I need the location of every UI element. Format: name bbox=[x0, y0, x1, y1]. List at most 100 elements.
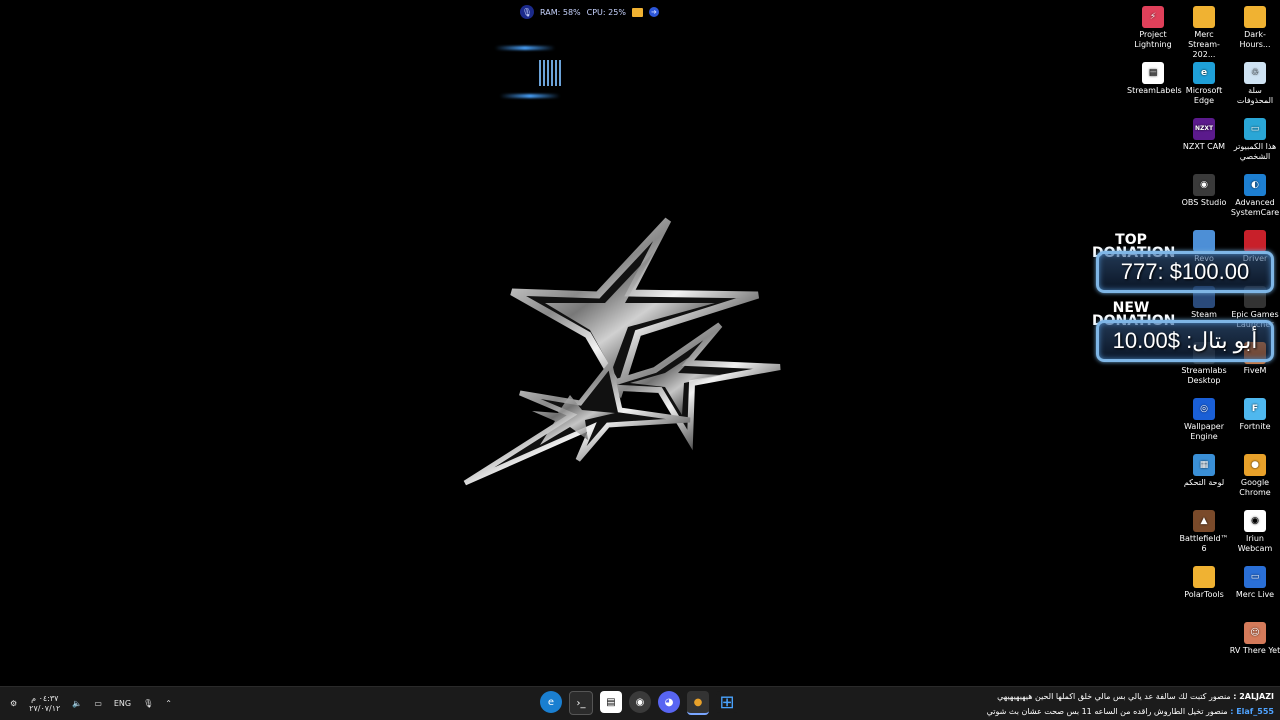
settings-icon[interactable]: ⚙ bbox=[10, 699, 17, 708]
desktop-icon[interactable]: ◉ OBS Studio bbox=[1178, 174, 1230, 208]
app-icon bbox=[1193, 566, 1215, 588]
chat-message: 2ALJAZI : منصور كتبت لك سالفة عد يالي بس… bbox=[944, 689, 1274, 704]
cpu-usage: CPU: 25% bbox=[586, 7, 626, 17]
desktop-icon[interactable]: ☺ RV There Yet bbox=[1229, 622, 1280, 656]
chat-username: Elaf_555 : bbox=[1230, 707, 1274, 716]
desktop-icon[interactable]: ▲ Battlefield™ 6 bbox=[1178, 510, 1230, 554]
desktop-icon[interactable]: ● Google Chrome bbox=[1229, 454, 1280, 498]
desktop-icon[interactable]: ◐ Advanced SystemCare bbox=[1229, 174, 1280, 218]
desktop-icon-label: RV There Yet bbox=[1229, 646, 1280, 655]
desktop-icon[interactable]: F Fortnite bbox=[1229, 398, 1280, 432]
desktop-icon-label: Steam bbox=[1191, 310, 1217, 319]
clock-time: ٠٤:٣٧ م bbox=[31, 693, 59, 703]
desktop-icon[interactable]: ◎ Wallpaper Engine bbox=[1178, 398, 1230, 442]
desktop-icon[interactable]: ⚡ Project Lightning bbox=[1127, 6, 1179, 50]
desktop-icon-label: NZXT CAM bbox=[1182, 142, 1226, 151]
desktop-icon-label: FiveM bbox=[1243, 366, 1267, 375]
microphone-tray-icon[interactable]: 🎙 bbox=[143, 699, 153, 708]
streamlabels-taskbar-icon[interactable]: ▤ bbox=[600, 691, 622, 713]
desktop-icon[interactable]: ◉ Iriun Webcam bbox=[1229, 510, 1280, 554]
desktop-icon-label: Advanced SystemCare bbox=[1230, 198, 1280, 217]
app-icon: ◉ bbox=[1244, 510, 1266, 532]
desktop-icon[interactable]: ♲ سلة المحذوفات bbox=[1229, 62, 1280, 106]
app-icon: ▲ bbox=[1193, 510, 1215, 532]
volume-icon[interactable]: 🔈 bbox=[72, 699, 82, 708]
top-donation-value: 777: $100.00 bbox=[1096, 251, 1274, 293]
edge-taskbar-icon[interactable]: e bbox=[540, 691, 562, 713]
star-logo bbox=[463, 217, 781, 486]
app-icon: ◎ bbox=[1193, 398, 1215, 420]
desktop-icon-label: Wallpaper Engine bbox=[1183, 422, 1224, 441]
app-icon: ♲ bbox=[1244, 62, 1266, 84]
desktop-icon-label: Merc Stream-202... bbox=[1188, 30, 1220, 59]
desktop-icon-label: لوحة التحكم bbox=[1183, 478, 1225, 487]
app-icon: ▭ bbox=[1244, 118, 1266, 140]
desktop-icon-label: PolarTools bbox=[1184, 590, 1224, 599]
discord-taskbar-icon[interactable]: ◕ bbox=[658, 691, 680, 713]
desktop-icon[interactable]: PolarTools bbox=[1178, 566, 1230, 600]
ram-usage: RAM: 58% bbox=[540, 7, 581, 17]
app-icon bbox=[1244, 6, 1266, 28]
obs-taskbar-icon[interactable]: ◉ bbox=[629, 691, 651, 713]
desktop-icon-label: Fortnite bbox=[1239, 422, 1271, 431]
glow-bar bbox=[495, 46, 555, 50]
chat-username: 2ALJAZI : bbox=[1233, 692, 1274, 701]
glow-bar bbox=[500, 94, 560, 98]
desktop-icon[interactable]: ▭ Merc Live bbox=[1229, 566, 1280, 600]
folder-icon[interactable] bbox=[631, 7, 643, 17]
app-icon: ● bbox=[1244, 454, 1266, 476]
network-icon[interactable]: ▭ bbox=[94, 699, 102, 708]
taskbar-apps: e ›_ ▤ ◉ ◕ ● ⊞ bbox=[540, 691, 738, 715]
app-icon: ◐ bbox=[1244, 174, 1266, 196]
app-icon: NZXT bbox=[1193, 118, 1215, 140]
chrome-taskbar-icon[interactable]: ● bbox=[687, 691, 709, 715]
desktop-icon-label: هذا الكمبيوتر الشخصي bbox=[1233, 142, 1277, 161]
app-icon: ⚡ bbox=[1142, 6, 1164, 28]
terminal-taskbar-icon[interactable]: ›_ bbox=[569, 691, 593, 715]
taskbar: ⚙ ٠٤:٣٧ م ٢٧/٠٧/١٢ 🔈 ▭ ENG 🎙 ⌃ e ›_ ▤ ◉ … bbox=[0, 686, 1280, 720]
app-icon bbox=[1193, 6, 1215, 28]
chevron-up-icon[interactable]: ⌃ bbox=[165, 699, 172, 708]
desktop-icon[interactable]: Merc Stream-202... bbox=[1178, 6, 1230, 60]
desktop-icon[interactable]: ▦ لوحة التحكم bbox=[1178, 454, 1230, 488]
desktop-icon-label: Merc Live bbox=[1235, 590, 1275, 599]
system-monitor-widget: 🎙 RAM: 58% CPU: 25% ➜ bbox=[520, 3, 659, 21]
app-icon: ☺ bbox=[1244, 622, 1266, 644]
desktop-icon[interactable]: NZXT NZXT CAM bbox=[1178, 118, 1230, 152]
audio-visualizer-widget bbox=[495, 42, 575, 104]
desktop-icon-label: Iriun Webcam bbox=[1237, 534, 1273, 553]
windows-start-icon[interactable]: ⊞ bbox=[716, 691, 738, 713]
visualizer-grid bbox=[539, 60, 563, 86]
chat-text: منصور كتبت لك سالفة عد يالي بس مالي خلق … bbox=[997, 692, 1231, 701]
app-icon bbox=[1193, 230, 1215, 252]
microphone-icon: 🎙 bbox=[520, 5, 534, 19]
desktop-icon[interactable]: e Microsoft Edge bbox=[1178, 62, 1230, 106]
desktop-icon-label: Dark-Hours... bbox=[1239, 30, 1271, 49]
language-indicator[interactable]: ENG bbox=[114, 699, 131, 708]
desktop-icon[interactable]: Dark-Hours... bbox=[1229, 6, 1280, 50]
app-icon bbox=[1244, 230, 1266, 252]
desktop-icon-label: Battlefield™ 6 bbox=[1179, 534, 1229, 553]
app-icon: ▭ bbox=[1244, 566, 1266, 588]
clock[interactable]: ٠٤:٣٧ م ٢٧/٠٧/١٢ bbox=[29, 694, 60, 714]
arrow-right-icon[interactable]: ➜ bbox=[648, 7, 659, 17]
chat-text: منصور تخيل الطاروش راقده من الساعه 11 بس… bbox=[986, 707, 1228, 716]
desktop-icon-label: سلة المحذوفات bbox=[1236, 86, 1274, 105]
desktop-icon[interactable]: ▤ StreamLabels bbox=[1127, 62, 1182, 96]
app-icon: F bbox=[1244, 398, 1266, 420]
chat-message: Elaf_555 : منصور تخيل الطاروش راقده من ا… bbox=[944, 704, 1274, 719]
app-icon: ▦ bbox=[1193, 454, 1215, 476]
desktop-icon-label: Streamlabs Desktop bbox=[1181, 366, 1227, 385]
system-tray: ⚙ ٠٤:٣٧ م ٢٧/٠٧/١٢ 🔈 ▭ ENG 🎙 ⌃ bbox=[10, 687, 172, 720]
desktop-icon-label: Microsoft Edge bbox=[1185, 86, 1223, 105]
desktop-icon-label: Project Lightning bbox=[1134, 30, 1172, 49]
app-icon: e bbox=[1193, 62, 1215, 84]
desktop-icon-label: Google Chrome bbox=[1239, 478, 1271, 497]
desktop-icon[interactable]: ▭ هذا الكمبيوتر الشخصي bbox=[1229, 118, 1280, 162]
app-icon: ◉ bbox=[1193, 174, 1215, 196]
app-icon: ▤ bbox=[1142, 62, 1164, 84]
stream-chat-overlay: 2ALJAZI : منصور كتبت لك سالفة عد يالي بس… bbox=[944, 689, 1274, 719]
new-donation-value: أبو بتال: $10.00 bbox=[1096, 320, 1274, 362]
desktop-icon-label: OBS Studio bbox=[1181, 198, 1227, 207]
clock-date: ٢٧/٠٧/١٢ bbox=[29, 703, 61, 713]
